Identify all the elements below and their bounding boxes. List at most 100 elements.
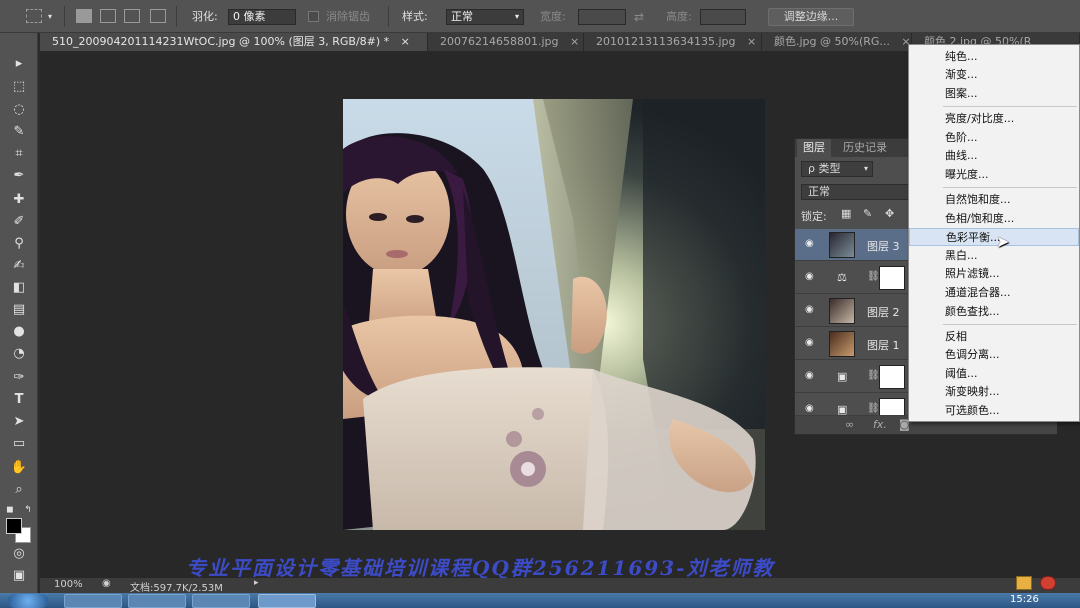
menu-separator (943, 324, 1077, 325)
eraser-tool-icon[interactable]: ◧ (9, 279, 29, 297)
crop-tool-icon[interactable]: ⌗ (9, 145, 29, 163)
tab-history[interactable]: 历史记录 (837, 139, 893, 157)
menu-item-brightness-contrast[interactable]: 亮度/对比度... (909, 110, 1079, 128)
history-brush-tool-icon[interactable]: ✍ (9, 257, 29, 275)
subtract-selection-icon[interactable] (124, 9, 140, 23)
gradient-tool-icon[interactable]: ▤ (9, 301, 29, 319)
menu-item-pattern[interactable]: 图案... (909, 85, 1079, 103)
foreground-color-swatch[interactable] (6, 518, 22, 534)
menu-item-channel-mixer[interactable]: 通道混合器... (909, 284, 1079, 302)
close-icon[interactable]: × (747, 35, 756, 48)
lock-transparency-icon[interactable]: ▦ (841, 207, 851, 220)
menu-item-solid-color[interactable]: 纯色... (909, 48, 1079, 66)
menu-item-exposure[interactable]: 曝光度... (909, 166, 1079, 184)
menu-item-posterize[interactable]: 色调分离... (909, 346, 1079, 364)
lock-brush-icon[interactable]: ✎ (863, 207, 872, 220)
layer-filter-select[interactable]: ρ 类型 ▾ (801, 161, 873, 177)
taskbar-folder-icon[interactable] (128, 594, 186, 608)
chevron-down-icon[interactable]: ▾ (48, 9, 52, 25)
menu-item-photo-filter[interactable]: 照片滤镜... (909, 265, 1079, 283)
layer-name: 图层 2 (867, 306, 900, 319)
width-input[interactable] (578, 9, 626, 25)
taskbar-media-icon[interactable] (192, 594, 250, 608)
add-selection-icon[interactable] (100, 9, 116, 23)
tab-document-1[interactable]: 510_200904201114231WtOC.jpg @ 100% (图层 3… (40, 33, 428, 51)
path-select-tool-icon[interactable]: ➤ (9, 413, 29, 431)
type-tool-icon[interactable]: T (9, 391, 29, 409)
marquee-preset-icon[interactable] (26, 9, 42, 23)
move-tool-icon[interactable]: ▸ (9, 55, 29, 73)
shape-tool-icon[interactable]: ▭ (9, 435, 29, 453)
tray-app-icon[interactable] (1040, 576, 1056, 590)
brush-tool-icon[interactable]: ✐ (9, 213, 29, 231)
eye-icon[interactable]: ◉ (805, 305, 819, 315)
eye-icon[interactable]: ◉ (805, 272, 819, 282)
screen-mode-icon[interactable]: ▣ (9, 567, 29, 585)
menu-item-levels[interactable]: 色阶... (909, 129, 1079, 147)
eye-icon[interactable]: ◉ (805, 338, 819, 348)
menu-item-invert[interactable]: 反相 (909, 328, 1079, 346)
eye-icon[interactable]: ◉ (805, 371, 819, 381)
blend-mode-select[interactable]: 正常 (801, 184, 909, 200)
zoom-tool-icon[interactable]: ⌕ (9, 481, 29, 499)
antialias-label: 消除锯齿 (326, 10, 370, 23)
link-icon: ⛓ (867, 403, 880, 414)
menu-item-gradient-map[interactable]: 渐变映射... (909, 383, 1079, 401)
taskbar-photoshop-icon[interactable] (258, 594, 316, 608)
eye-icon[interactable]: ◉ (805, 239, 819, 249)
tab-label: 20076214658801.jpg (440, 35, 559, 48)
link-layers-icon[interactable]: ∞ (845, 418, 854, 431)
swap-colors-icon[interactable]: ↰ (22, 501, 34, 519)
eye-icon[interactable]: ◉ (805, 404, 819, 414)
menu-item-threshold[interactable]: 阈值... (909, 365, 1079, 383)
pen-tool-icon[interactable]: ✑ (9, 369, 29, 387)
style-select[interactable]: 正常 ▾ (446, 9, 524, 25)
style-select-value: 正常 (451, 10, 473, 23)
menu-item-color-lookup[interactable]: 颜色查找... (909, 303, 1079, 321)
clone-stamp-tool-icon[interactable]: ⚲ (9, 235, 29, 253)
eyedropper-tool-icon[interactable]: ✒ (9, 167, 29, 185)
refine-edge-button[interactable]: 调整边缘... (768, 8, 854, 26)
intersect-selection-icon[interactable] (150, 9, 166, 23)
tab-document-2[interactable]: 20076214658801.jpg × (428, 33, 584, 51)
document-photo[interactable] (343, 99, 765, 530)
lasso-tool-icon[interactable]: ◌ (9, 101, 29, 119)
adjustment-layer-icon: ▣ (837, 370, 848, 383)
lock-move-icon[interactable]: ✥ (885, 207, 894, 220)
antialias-checkbox[interactable] (308, 11, 319, 22)
new-selection-icon[interactable] (76, 9, 92, 23)
divider (64, 6, 65, 27)
chevron-right-icon[interactable]: ▸ (254, 578, 259, 588)
healing-brush-tool-icon[interactable]: ✚ (9, 191, 29, 209)
tab-document-3[interactable]: 20101213113634135.jpg × (584, 33, 762, 51)
swap-icon[interactable]: ⇄ (634, 9, 644, 25)
close-icon[interactable]: × (570, 35, 579, 48)
menu-item-black-white[interactable]: 黑白... (909, 247, 1079, 265)
start-button[interactable] (8, 594, 48, 608)
default-colors-icon[interactable]: ◼ (4, 501, 16, 519)
close-icon[interactable]: × (401, 35, 410, 48)
quick-select-tool-icon[interactable]: ✎ (9, 123, 29, 141)
dodge-tool-icon[interactable]: ◔ (9, 345, 29, 363)
height-input[interactable] (700, 9, 746, 25)
taskbar-ie-icon[interactable] (64, 594, 122, 608)
menu-item-vibrance[interactable]: 自然饱和度... (909, 191, 1079, 209)
menu-item-hue-saturation[interactable]: 色相/饱和度... (909, 210, 1079, 228)
feather-input[interactable]: 0 像素 (228, 9, 296, 25)
quick-mask-icon[interactable]: ◎ (9, 545, 29, 563)
tab-layers[interactable]: 图层 (797, 139, 831, 157)
hand-tool-icon[interactable]: ✋ (9, 459, 29, 477)
menu-item-gradient[interactable]: 渐变... (909, 66, 1079, 84)
tab-document-4[interactable]: 颜色.jpg @ 50%(RG... × (762, 33, 912, 51)
blur-tool-icon[interactable]: ● (9, 323, 29, 341)
marquee-tool-icon[interactable]: ⬚ (9, 78, 29, 96)
menu-item-color-balance[interactable]: 色彩平衡... (909, 228, 1079, 246)
zoom-level[interactable]: 100% (54, 579, 83, 590)
menu-item-selective-color[interactable]: 可选颜色... (909, 402, 1079, 420)
tray-notification-icon[interactable] (1016, 576, 1032, 590)
status-info-icon[interactable]: ◉ (102, 578, 111, 589)
lock-label: 锁定: (801, 210, 827, 223)
fx-button[interactable]: fx. (873, 418, 887, 431)
divider (176, 6, 177, 27)
menu-item-curves[interactable]: 曲线... (909, 147, 1079, 165)
